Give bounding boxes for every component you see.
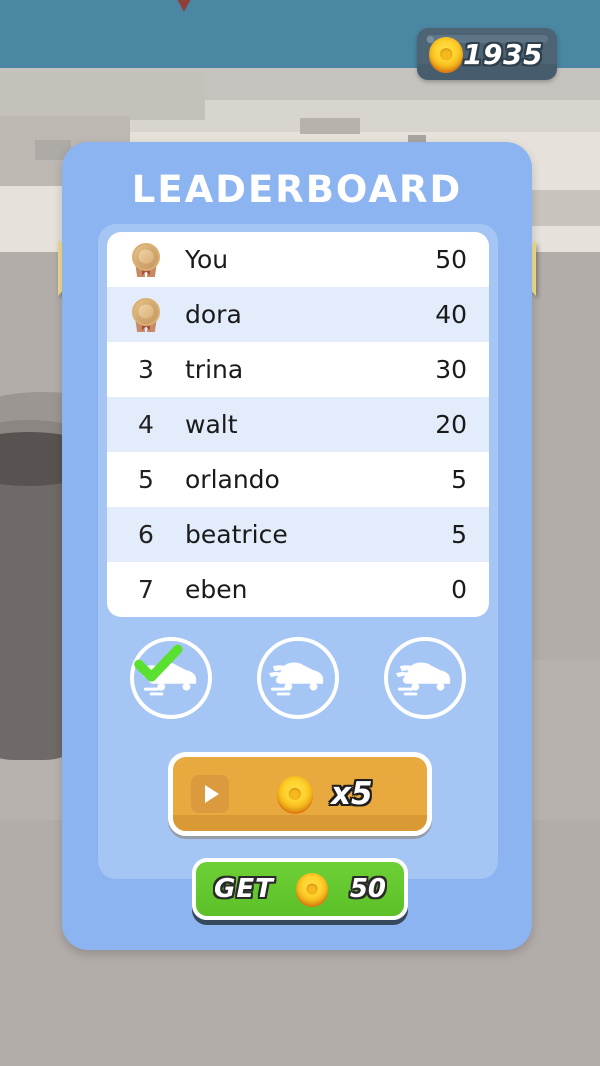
get-button-amount: 50 — [349, 874, 387, 904]
table-row[interactable]: 7 eben 0 — [107, 562, 489, 617]
get-button-label: GET — [213, 874, 274, 904]
coin-counter-hud: 1935 — [417, 28, 557, 80]
table-row[interactable]: 5 orlando 5 — [107, 452, 489, 507]
player-name-cell: You — [185, 245, 229, 274]
background-wall — [0, 72, 205, 120]
rank-cell: 4 — [138, 410, 154, 439]
rank-cell: 5 — [138, 465, 154, 494]
coin-count-label: 1935 — [463, 37, 543, 71]
reward-multiplier-label: x5 — [331, 776, 373, 812]
play-triangle — [204, 785, 219, 803]
player-score-cell: 5 — [451, 520, 467, 549]
winged-car-icon[interactable] — [129, 637, 212, 719]
rank-cell: 6 — [138, 520, 154, 549]
medal-disc — [132, 297, 160, 326]
rank-cell — [123, 242, 169, 277]
player-name-cell: walt — [185, 410, 238, 439]
medal-icon — [131, 297, 161, 332]
player-score-cell: 30 — [435, 355, 467, 384]
map-marker-icon — [170, 0, 198, 12]
player-name-cell: orlando — [185, 465, 280, 494]
player-name-cell: trina — [185, 355, 244, 384]
watch-ad-reward-button[interactable]: x5 — [168, 752, 432, 836]
player-score-cell: 0 — [451, 575, 467, 604]
table-row[interactable]: You 50 — [107, 232, 489, 287]
coin-icon — [277, 776, 313, 812]
table-row[interactable]: 3 trina 30 — [107, 342, 489, 397]
rank-cell: 7 — [138, 575, 154, 604]
leaderboard-panel: LEADERBOARD You 50 dora 40 3 trina 30 4 walt 20 5 o… — [62, 142, 532, 950]
table-row[interactable]: dora 40 — [107, 287, 489, 342]
player-score-cell: 5 — [451, 465, 467, 494]
medal-disc — [132, 242, 160, 271]
player-score-cell: 40 — [435, 300, 467, 329]
video-play-icon — [191, 775, 229, 813]
page-title: LEADERBOARD — [131, 168, 463, 211]
ad-button-shade — [173, 815, 427, 831]
leaderboard-list[interactable]: You 50 dora 40 3 trina 30 4 walt 20 5 orlando 5 6 beat… — [107, 232, 489, 617]
winged-car-icon[interactable] — [256, 637, 339, 719]
medal-icon — [131, 242, 161, 277]
player-score-cell: 20 — [435, 410, 467, 439]
player-name-cell: beatrice — [185, 520, 288, 549]
rank-cell — [123, 297, 169, 332]
coin-icon — [429, 37, 463, 71]
player-score-cell: 50 — [435, 245, 467, 274]
coin-icon — [295, 873, 328, 905]
rank-cell: 3 — [138, 355, 154, 384]
winged-car-glyph — [268, 662, 324, 696]
winged-car-glyph — [396, 662, 451, 696]
table-row[interactable]: 6 beatrice 5 — [107, 507, 489, 562]
get-reward-button[interactable]: GET 50 — [192, 858, 408, 920]
table-row[interactable]: 4 walt 20 — [107, 397, 489, 452]
terrain-block — [300, 118, 360, 134]
check-icon — [133, 644, 183, 682]
player-name-cell: dora — [185, 300, 242, 329]
badge-row — [107, 628, 489, 728]
player-name-cell: eben — [185, 575, 248, 604]
winged-car-icon[interactable] — [384, 637, 467, 719]
